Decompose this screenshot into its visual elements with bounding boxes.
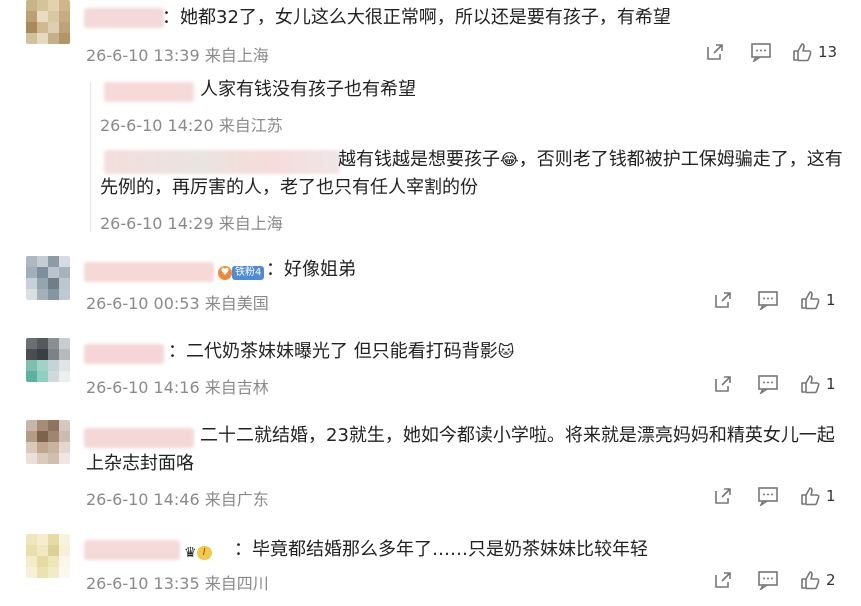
reply-meta: 26-6-10 14:20 来自江苏 — [100, 116, 283, 135]
like-button[interactable]: 13 — [792, 42, 837, 62]
reply-divider — [90, 82, 91, 232]
comment-text: ：好像姐弟 — [266, 259, 356, 280]
comment-meta: 26-6-10 14:16 来自吉林 — [86, 378, 269, 397]
vip-badge: ♛ I — [184, 542, 212, 561]
comment-icon — [758, 487, 778, 506]
thumbs-up-icon — [801, 291, 820, 310]
share-button[interactable] — [713, 570, 733, 590]
comment-text-line2: 上杂志封面咯 — [86, 453, 194, 474]
reply-text: 人家有钱没有孩子也有希望 — [200, 79, 416, 100]
comment-icon — [758, 291, 778, 310]
share-icon — [715, 376, 731, 392]
comment-meta: 26-6-10 00:53 来自美国 — [86, 294, 269, 313]
fan-icon: ♥ — [218, 265, 232, 280]
thumbs-up-icon — [793, 43, 812, 62]
like-count: 1 — [826, 375, 836, 393]
username[interactable] — [84, 344, 164, 364]
comment-text: ：二代奶茶妹妹曝光了 但只能看打码背影🐱 — [168, 341, 515, 362]
comment-text: ：毕竟都结婚那么多年了……只是奶茶妹妹比较年轻 — [234, 539, 648, 560]
like-button[interactable]: 1 — [800, 486, 836, 506]
avatar[interactable] — [26, 534, 70, 578]
cat-emoji: 🐱 — [497, 342, 515, 361]
like-button[interactable]: 2 — [800, 570, 836, 590]
comment-icon — [758, 571, 778, 590]
reply-text-line2: 先例的，再厉害的人，老了也只有任人宰割的份 — [100, 177, 478, 198]
share-icon — [715, 292, 731, 308]
like-button[interactable]: 1 — [800, 290, 836, 310]
comment-meta: 26-6-10 13:35 来自四川 — [86, 574, 269, 593]
username[interactable] — [84, 8, 164, 28]
thumbs-up-icon — [801, 487, 820, 506]
share-button[interactable] — [713, 374, 733, 394]
crown-icon: ♛ — [184, 544, 197, 561]
comment-text: ：她都32了，女儿这么大很正常啊，所以还是要有孩子，有希望 — [162, 7, 671, 28]
reply-text: 越有钱越是想要孩子😂，否则老了钱都被护工保姆骗走了，这有 — [338, 149, 843, 170]
thumbs-up-icon — [801, 571, 820, 590]
comment-button[interactable] — [757, 486, 779, 506]
fan-badge: ♥ 铁粉4 — [218, 262, 265, 281]
username[interactable] — [84, 540, 180, 560]
avatar[interactable] — [26, 256, 70, 300]
comment-meta: 26-6-10 14:46 来自广东 — [86, 490, 269, 509]
username[interactable] — [84, 262, 214, 282]
comment-text: 二十二就结婚，23就生，她如今都读小学啦。将来就是漂亮妈妈和精英女儿一起 — [200, 425, 835, 446]
avatar[interactable] — [26, 420, 70, 464]
like-button[interactable]: 1 — [800, 374, 836, 394]
share-icon — [715, 572, 731, 588]
share-icon — [707, 44, 723, 60]
thumbs-up-icon — [801, 375, 820, 394]
comment-button[interactable] — [750, 42, 772, 62]
comment-button[interactable] — [757, 374, 779, 394]
avatar[interactable] — [26, 338, 70, 382]
laugh-cry-emoji: 😂 — [500, 150, 519, 169]
fan-level-badge: 铁粉4 — [232, 265, 265, 280]
share-button[interactable] — [713, 290, 733, 310]
like-count: 2 — [826, 571, 836, 589]
vip-level-badge: I — [196, 545, 212, 560]
avatar[interactable] — [26, 0, 70, 44]
comment-icon — [758, 375, 778, 394]
share-button[interactable] — [713, 486, 733, 506]
like-count: 13 — [818, 43, 838, 61]
comment-button[interactable] — [757, 290, 779, 310]
reply-meta: 26-6-10 14:29 来自上海 — [100, 214, 283, 233]
comment-meta: 26-6-10 13:39 来自上海 — [86, 46, 269, 65]
share-button[interactable] — [705, 42, 725, 62]
reply-username[interactable] — [104, 82, 194, 102]
comment-icon — [751, 43, 771, 62]
share-icon — [715, 488, 731, 504]
reply-username[interactable] — [104, 150, 340, 174]
comment-button[interactable] — [757, 570, 779, 590]
like-count: 1 — [826, 291, 836, 309]
like-count: 1 — [826, 487, 836, 505]
username[interactable] — [84, 428, 194, 448]
